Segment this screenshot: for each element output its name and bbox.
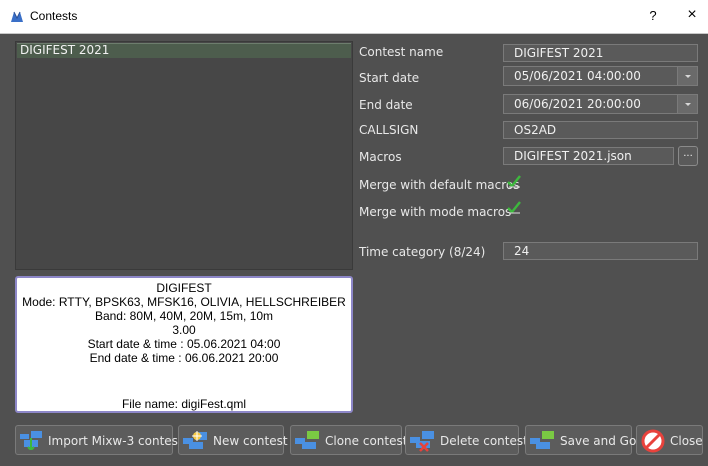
contest-name-label: Contest name: [359, 45, 444, 59]
info-contest-name: DIGIFEST: [156, 281, 212, 295]
close-button[interactable]: Close: [636, 425, 703, 455]
clone-contest-button[interactable]: Clone contest: [290, 425, 407, 455]
delete-contest-label: Delete contest: [440, 434, 528, 448]
macros-label: Macros: [359, 150, 402, 164]
import-contest-label: Import Mixw-3 contest: [48, 434, 183, 448]
prohibited-icon: [641, 429, 665, 453]
end-date-label: End date: [359, 98, 413, 112]
end-date-field[interactable]: 06/06/2021 20:00:00: [503, 94, 698, 114]
new-contest-label: New contest: [213, 434, 288, 448]
macros-field[interactable]: DIGIFEST 2021.json: [503, 147, 674, 165]
contest-info-panel: DIGIFEST Mode: RTTY, BPSK63, MFSK16, OLI…: [15, 276, 353, 413]
import-icon: [20, 431, 42, 450]
save-and-go-label: Save and Go: [560, 434, 637, 448]
close-label: Close: [670, 434, 703, 448]
clone-contest-label: Clone contest: [325, 434, 408, 448]
time-category-label: Time category (8/24): [359, 245, 486, 259]
merge-default-checkbox[interactable]: [506, 173, 522, 189]
import-contest-button[interactable]: Import Mixw-3 contest: [15, 425, 183, 455]
end-date-value: 06/06/2021 20:00:00: [514, 97, 641, 111]
info-start: Start date & time : 05.06.2021 04:00: [87, 337, 281, 351]
info-bands: Band: 80M, 40M, 20M, 15m, 10m: [94, 309, 274, 323]
title-bar: Contests ? ×: [0, 0, 708, 34]
start-date-value: 05/06/2021 04:00:00: [514, 69, 641, 83]
delete-contest-button[interactable]: Delete contest: [405, 425, 528, 455]
merge-mode-checkbox[interactable]: [506, 199, 522, 215]
start-date-field[interactable]: 05/06/2021 04:00:00: [503, 66, 698, 86]
new-icon: [183, 431, 207, 449]
window-title: Contests: [30, 9, 78, 23]
list-item[interactable]: DIGIFEST 2021: [17, 43, 351, 58]
time-category-field[interactable]: 24: [503, 242, 698, 260]
close-window-button[interactable]: ×: [684, 6, 700, 24]
help-button[interactable]: ?: [646, 8, 660, 23]
chevron-down-icon[interactable]: [677, 67, 697, 85]
info-end: End date & time : 06.06.2021 20:00: [89, 351, 279, 365]
chevron-down-icon[interactable]: [677, 95, 697, 113]
merge-default-label: Merge with default macros: [359, 178, 520, 192]
info-modes: Mode: RTTY, BPSK63, MFSK16, OLIVIA, HELL…: [22, 295, 346, 309]
browse-macros-button[interactable]: ...: [678, 146, 698, 166]
start-date-label: Start date: [359, 71, 420, 85]
info-version: 3.00: [172, 323, 196, 337]
save-and-go-button[interactable]: Save and Go: [525, 425, 636, 455]
merge-mode-label: Merge with mode macros: [359, 205, 512, 219]
contest-list[interactable]: DIGIFEST 2021: [15, 41, 353, 270]
contest-name-field[interactable]: DIGIFEST 2021: [503, 44, 698, 62]
info-file: File name: digiFest.qml: [121, 397, 247, 411]
callsign-label: CALLSIGN: [359, 123, 419, 137]
app-icon: [11, 11, 23, 22]
new-contest-button[interactable]: New contest: [178, 425, 288, 455]
save-icon: [530, 431, 554, 449]
clone-icon: [295, 431, 319, 449]
callsign-field[interactable]: OS2AD: [503, 121, 698, 139]
delete-icon: [410, 431, 434, 452]
